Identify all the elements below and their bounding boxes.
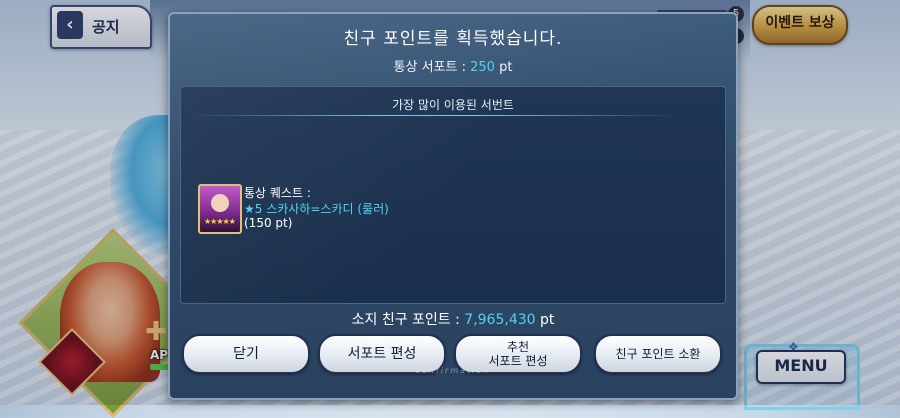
servant-points: (150 pt) [244, 216, 293, 230]
quest-label: 통상 퀘스트 : [244, 186, 311, 200]
divider [188, 115, 678, 116]
most-used-title: 가장 많이 이용된 서번트 [392, 98, 514, 112]
own-points-label: 소지 친구 포인트 : [351, 312, 465, 328]
footer-watermark: confirmation [415, 366, 491, 375]
servant-thumbnail: ★★★★★ [198, 184, 242, 234]
support-points-value: 250 [470, 60, 495, 75]
support-points-line: 통상 서포트 : 250 pt [170, 56, 736, 75]
friend-points-dialog: 친구 포인트를 획득했습니다. 통상 서포트 : 250 pt 가장 많이 이용… [168, 12, 738, 400]
own-points-unit: pt [535, 312, 555, 328]
own-points-value: 7,965,430 [464, 312, 536, 328]
support-points-unit: pt [494, 60, 513, 75]
own-friend-points-line: 소지 친구 포인트 : 7,965,430 pt [170, 309, 736, 329]
dialog-title: 친구 포인트를 획득했습니다. [343, 29, 563, 49]
recommended-line-1: 추천 [506, 340, 530, 354]
star-rating-icon: ★★★★★ [204, 217, 236, 226]
support-points-label: 통상 서포트 : [393, 60, 471, 75]
servant-face [211, 194, 229, 212]
servant-name: ★5 스카사하=스카디 (룰러) [244, 202, 389, 216]
